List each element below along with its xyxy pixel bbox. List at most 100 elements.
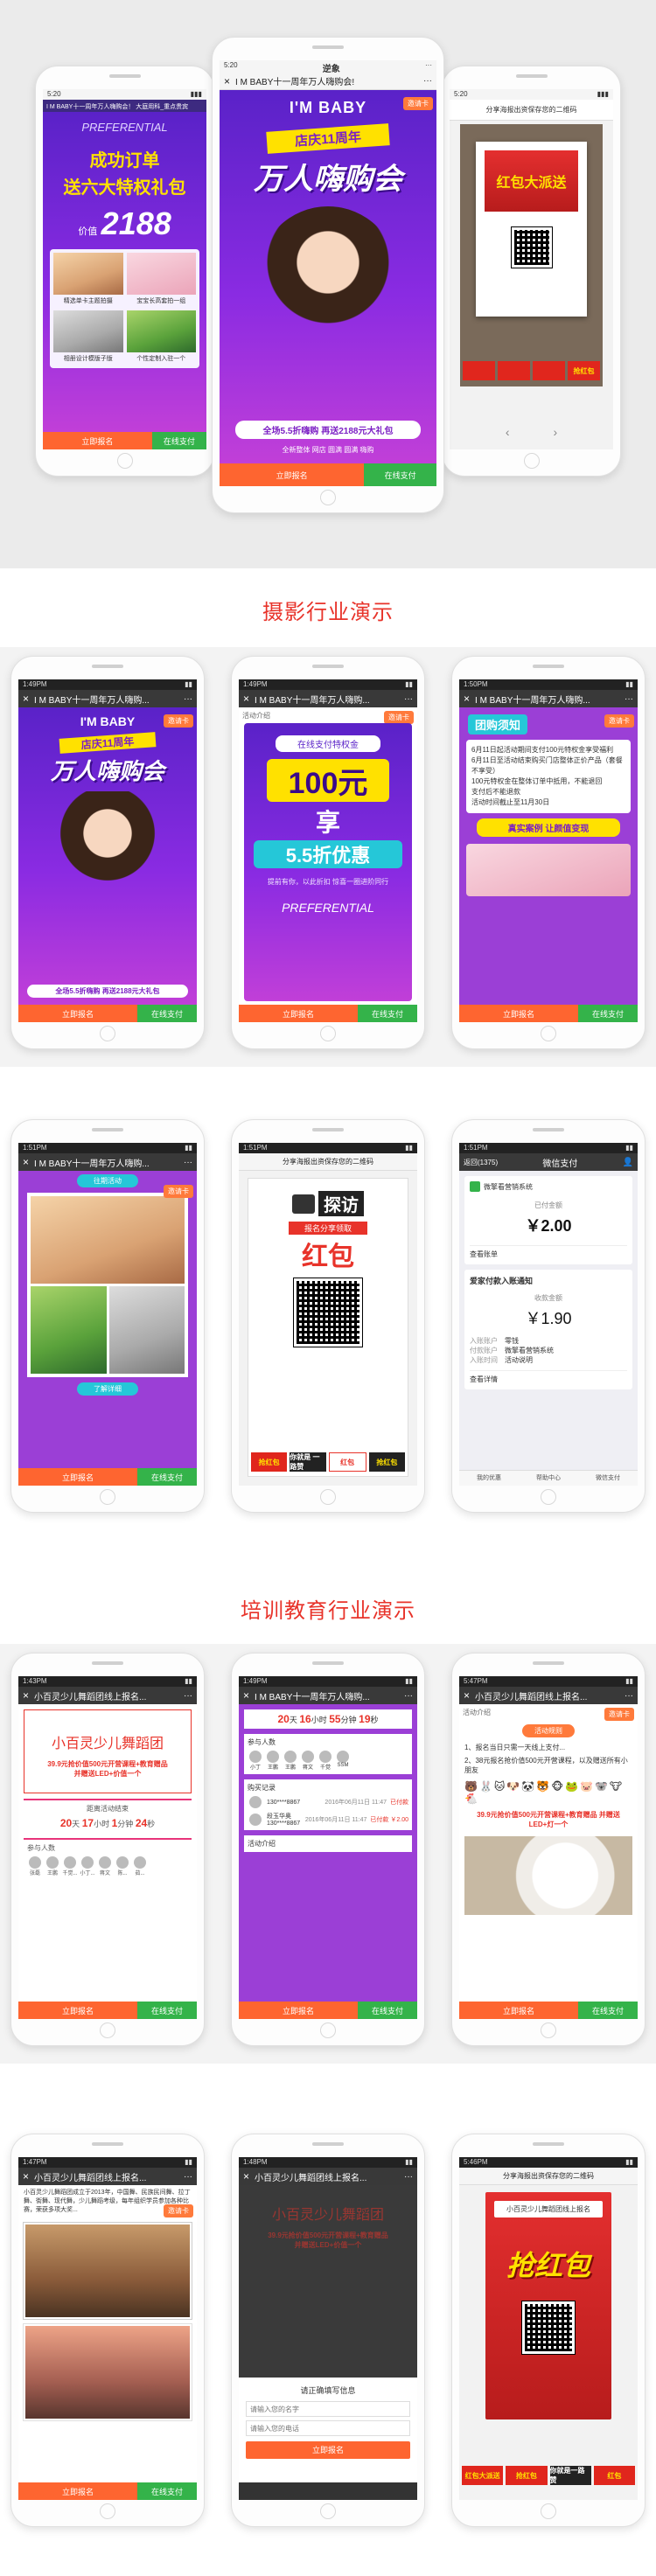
member-name: 王鹏: [267, 1765, 278, 1771]
back-button[interactable]: 返回(1375): [464, 1158, 498, 1167]
profile-icon[interactable]: 👤: [623, 1158, 633, 1167]
photo-row-2: 1:51PM ▮▮ × I M BABY十一周年万人嗨购... ··· 邀请卡 往期活…: [0, 1110, 656, 1530]
strip-item: 红包大派送: [462, 2466, 504, 2485]
member-name: 小丁: [249, 1765, 261, 1771]
close-icon[interactable]: ×: [243, 2170, 249, 2183]
school-logo: 小百灵少儿舞蹈团 39.9元抢价值500元开营课程+教育赠品 并赠送LED+价值…: [248, 2203, 408, 2299]
invite-tag[interactable]: 邀请卡: [164, 714, 193, 728]
close-icon[interactable]: ×: [23, 2170, 29, 2183]
tab-item[interactable]: 我的优惠: [459, 1471, 519, 1486]
unit-second: 秒: [147, 1820, 156, 1828]
signup-button[interactable]: 立即报名: [18, 1005, 137, 1022]
intro-panel: 小百灵少儿舞蹈团成立于2013年，中国舞、民族民间舞、拉丁舞、街舞、现代舞，少儿…: [18, 2185, 197, 2482]
name-input[interactable]: [246, 2401, 410, 2417]
nav-bar: × 小百灵少儿舞蹈团线上报名... ···: [18, 2168, 197, 2185]
phone-input[interactable]: [246, 2420, 410, 2436]
more-icon[interactable]: ···: [404, 694, 413, 704]
close-icon[interactable]: ×: [23, 693, 29, 705]
close-icon[interactable]: ×: [464, 693, 470, 705]
pay-button[interactable]: 在线支付: [358, 1005, 417, 1022]
more-icon[interactable]: ···: [184, 2172, 192, 2182]
member: SSM: [335, 1751, 351, 1771]
more-icon[interactable]: ···: [184, 694, 192, 704]
merchant-name: 微擎看营销系统: [484, 1182, 533, 1191]
unit-day: 天: [289, 1716, 297, 1724]
pay-button[interactable]: 在线支付: [358, 2002, 417, 2019]
phone-mockup: 1:48PM ▮▮ × 小百灵少儿舞蹈团线上报名... ··· 小百灵少儿舞蹈团 39…: [231, 2134, 425, 2527]
battery-icon: ▮▮: [185, 2158, 192, 2166]
merchant-icon: [470, 1181, 480, 1192]
past-events-button[interactable]: 往期活动: [77, 1174, 138, 1187]
product-card[interactable]: 精选单卡主题拍摄: [53, 253, 123, 307]
status-bar: 1:51PM ▮▮: [239, 1143, 417, 1153]
rules-button[interactable]: 活动规则: [522, 1724, 575, 1737]
more-icon[interactable]: ···: [184, 1691, 192, 1701]
signup-button[interactable]: 立即报名: [220, 463, 365, 486]
more-icon[interactable]: ···: [423, 76, 432, 86]
pay-button[interactable]: 在线支付: [137, 2002, 197, 2019]
close-icon[interactable]: ×: [23, 1689, 29, 1702]
more-icon[interactable]: ···: [425, 61, 432, 72]
detail-key: 付款账户: [470, 1347, 498, 1354]
close-icon[interactable]: ×: [464, 1689, 470, 1702]
invite-tag[interactable]: 邀请卡: [604, 714, 634, 728]
countdown-label: 距离活动结束: [87, 1805, 129, 1813]
pay-button[interactable]: 在线支付: [137, 1468, 197, 1486]
signup-button[interactable]: 立即报名: [459, 1005, 578, 1022]
submit-button[interactable]: 立即报名: [246, 2441, 410, 2459]
record-user: 段玉华奥 130****8867: [267, 1814, 301, 1827]
signup-button[interactable]: 立即报名: [459, 2002, 578, 2019]
product-label: 宝宝长高套拍一组: [136, 298, 186, 304]
close-icon[interactable]: ×: [243, 693, 249, 705]
back-arrow-icon[interactable]: ‹: [506, 425, 510, 439]
more-details-button[interactable]: 了解详细: [77, 1382, 138, 1396]
promo-text: 39.9元抢价值500元开营课程+教育赠品 并赠送LED+灯一个: [477, 1811, 620, 1828]
pay-button[interactable]: 在线支付: [578, 2002, 638, 2019]
close-icon[interactable]: ×: [23, 1156, 29, 1168]
more-icon[interactable]: ···: [625, 1691, 633, 1701]
pay-button[interactable]: 在线支付: [364, 463, 436, 486]
bottom-action-bar: 立即报名 在线支付: [239, 2002, 417, 2019]
view-detail-link[interactable]: 查看详情: [470, 1370, 627, 1384]
avatar: [319, 1751, 331, 1763]
pay-button[interactable]: 在线支付: [137, 2482, 197, 2500]
pay-button[interactable]: 在线支付: [151, 432, 206, 449]
signup-button[interactable]: 立即报名: [239, 1005, 358, 1022]
invite-tag[interactable]: 邀请卡: [164, 2204, 193, 2217]
product-card[interactable]: 宝宝长高套拍一组: [126, 253, 196, 307]
notice-card: 爱家付款入账通知 收款金额 ￥1.90 入账账户 零钱 付款账户 微擎看营销系统 入…: [464, 1270, 632, 1389]
product-card[interactable]: 相册设计模版子版: [53, 310, 123, 365]
more-icon[interactable]: ···: [404, 2172, 413, 2182]
phone-mockup: 1:43PM ▮▮ × 小百灵少儿舞蹈团线上报名... ··· 小百灵少儿舞蹈团 39…: [10, 1653, 205, 2046]
invite-tag[interactable]: 邀请卡: [164, 1185, 193, 1198]
home-button: [320, 1489, 336, 1505]
view-bill-link[interactable]: 查看账单: [470, 1245, 627, 1259]
invite-tag[interactable]: 邀请卡: [604, 1708, 634, 1721]
home-button: [320, 490, 336, 505]
close-icon[interactable]: ×: [243, 1689, 249, 1702]
signup-button[interactable]: 立即报名: [18, 2482, 137, 2500]
signup-button[interactable]: 立即报名: [239, 2002, 358, 2019]
pay-button[interactable]: 在线支付: [137, 1005, 197, 1022]
unit-second: 秒: [370, 1716, 379, 1724]
invite-tag[interactable]: 邀请卡: [403, 97, 433, 110]
member: 陈...: [115, 1856, 130, 1876]
strip-item: 抢红包: [251, 1452, 288, 1472]
pay-button[interactable]: 在线支付: [578, 1005, 638, 1022]
signup-button[interactable]: 立即报名: [18, 2002, 137, 2019]
product-card[interactable]: 个性定制入驻一个: [126, 310, 196, 365]
signup-button[interactable]: 立即报名: [18, 1468, 137, 1486]
more-icon[interactable]: ···: [404, 1691, 413, 1701]
promo-text: 39.9元抢价值500元开营课程+教育赠品 并赠送LED+价值一个: [268, 2231, 388, 2249]
signup-button[interactable]: 立即报名: [43, 432, 152, 449]
gallery-panel: 邀请卡 往期活动 了解详细: [18, 1171, 197, 1468]
close-icon[interactable]: ×: [224, 75, 230, 87]
tab-item[interactable]: 帮助中心: [519, 1471, 578, 1486]
forward-arrow-icon[interactable]: ›: [554, 425, 558, 439]
member: 小丁: [248, 1751, 263, 1771]
tab-item[interactable]: 微信支付: [578, 1471, 638, 1486]
invite-tag[interactable]: 邀请卡: [384, 711, 414, 724]
more-icon[interactable]: ···: [625, 694, 633, 704]
more-icon[interactable]: ···: [184, 1158, 192, 1167]
paid-label: 已付金额: [534, 1201, 562, 1209]
